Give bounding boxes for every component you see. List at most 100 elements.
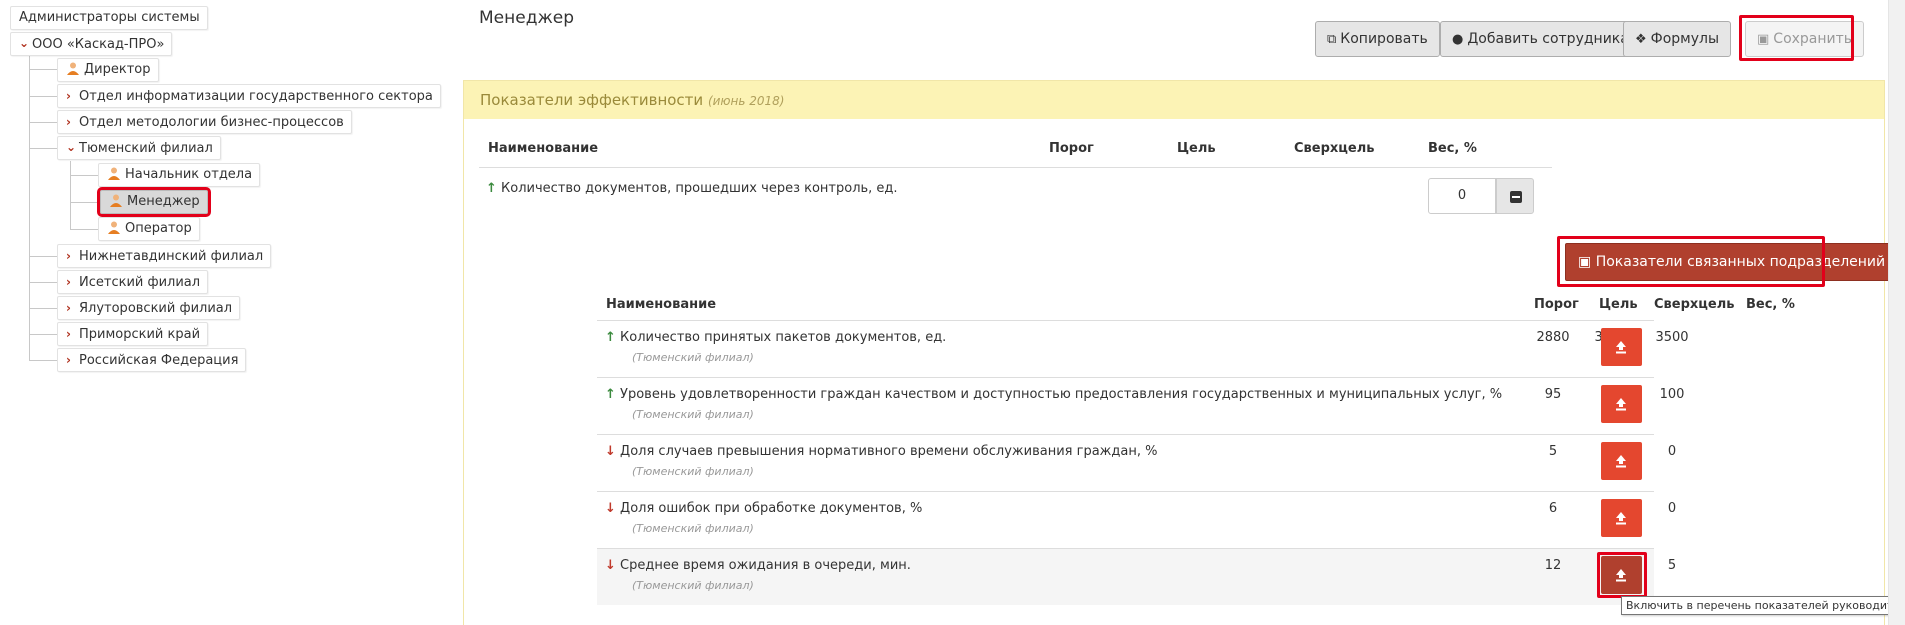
t2-header-name: Наименование	[606, 297, 717, 312]
person-icon	[110, 194, 122, 207]
arrow-up-icon: ↑	[605, 387, 616, 402]
arrow-down-icon: ↓	[605, 558, 616, 573]
tree-node-label: Администраторы системы	[19, 10, 200, 25]
chevron-right-icon[interactable]: ›	[66, 245, 76, 267]
tree-line	[29, 282, 59, 283]
tree-node-label: Отдел методологии бизнес-процессов	[79, 115, 344, 130]
tree-line	[29, 148, 59, 149]
tree-node-director[interactable]: Директор	[57, 58, 159, 82]
t1-header-name: Наименование	[488, 141, 599, 156]
tree-node-manager[interactable]: Менеджер	[97, 187, 211, 217]
row-threshold: 12	[1544, 558, 1562, 573]
formulas-button[interactable]: ❖ Формулы	[1623, 21, 1732, 57]
row-supergoal: 5	[1667, 558, 1677, 573]
include-indicator-button[interactable]	[1601, 385, 1642, 423]
tree-node-dept-method[interactable]: › Отдел методологии бизнес-процессов	[57, 110, 352, 134]
person-icon	[108, 221, 120, 234]
include-indicator-button[interactable]	[1601, 442, 1642, 480]
row-name-text: Доля ошибок при обработке документов, %	[620, 501, 923, 516]
tree-node-russia[interactable]: › Российская Федерация	[57, 348, 247, 372]
tree-node-label: Российская Федерация	[79, 353, 239, 368]
table-row: ↓ Доля случаев превышения нормативного в…	[597, 434, 1676, 491]
chevron-down-icon[interactable]: ⌄	[19, 32, 29, 54]
tree-node-yalutorovsk[interactable]: › Ялуторовский филиал	[57, 296, 241, 320]
row-threshold: 6	[1548, 501, 1558, 516]
copy-button[interactable]: ⧉ Копировать	[1315, 21, 1440, 57]
row-name: ↓ Среднее время ожидания в очереди, мин.	[605, 558, 911, 573]
table-row: ↑ Количество принятых пакетов документов…	[597, 320, 1689, 377]
row-name-text: Доля случаев превышения нормативного вре…	[620, 444, 1158, 459]
t1-header-threshold: Порог	[1049, 141, 1094, 156]
add-employee-button-label: Добавить сотрудника	[1467, 31, 1629, 47]
t1-row-name: ↑ Количество документов, прошедших через…	[486, 181, 898, 196]
minus-icon	[1510, 191, 1522, 203]
highlight-frame	[1739, 15, 1854, 61]
include-indicator-button[interactable]	[1601, 499, 1642, 537]
table-row: ↑ Уровень удовлетворенности граждан каче…	[597, 377, 1684, 434]
tree-line	[70, 229, 98, 230]
tree-node-isetsk[interactable]: › Исетский филиал	[57, 270, 209, 294]
drop-icon: ●	[1452, 32, 1464, 47]
tooltip: Включить в перечень показателей руководи…	[1621, 596, 1905, 615]
chevron-right-icon[interactable]: ›	[66, 297, 76, 319]
t2-header-threshold: Порог	[1534, 297, 1579, 312]
person-icon	[108, 167, 120, 180]
panel-header: Показатели эффективности (июнь 2018)	[464, 81, 1884, 119]
scrollbar[interactable]	[1888, 0, 1905, 625]
arrow-up-icon: ↑	[486, 181, 497, 196]
row-name-text: Среднее время ожидания в очереди, мин.	[620, 558, 911, 573]
arrow-down-icon: ↓	[605, 444, 616, 459]
chevron-right-icon[interactable]: ›	[66, 111, 76, 133]
copy-icon: ⧉	[1327, 32, 1337, 47]
row-name-text: Количество принятых пакетов документов, …	[620, 330, 947, 345]
t1-header-supergoal: Сверхцель	[1294, 141, 1375, 156]
t1-header-goal: Цель	[1177, 141, 1216, 156]
add-employee-button[interactable]: ● Добавить сотрудника	[1440, 21, 1641, 57]
main-content: Менеджер ⧉ Копировать ● Добавить сотрудник…	[463, 0, 1899, 625]
upload-icon	[1616, 398, 1626, 411]
row-name: ↑ Количество принятых пакетов документов…	[605, 330, 946, 345]
cubes-icon: ❖	[1635, 32, 1647, 47]
tree-node-label: Начальник отдела	[125, 167, 253, 182]
chevron-right-icon[interactable]: ›	[66, 323, 76, 345]
copy-button-label: Копировать	[1340, 31, 1428, 47]
chevron-right-icon[interactable]: ›	[66, 271, 76, 293]
tree-node-tyumen[interactable]: ⌄ Тюменский филиал	[57, 136, 221, 160]
row-threshold: 95	[1544, 387, 1562, 402]
panel-title: Показатели эффективности	[480, 91, 704, 109]
tree-node-admins[interactable]: Администраторы системы	[10, 6, 208, 30]
chevron-right-icon[interactable]: ›	[66, 85, 76, 107]
row-name-text: Уровень удовлетворенности граждан качест…	[620, 387, 1503, 402]
upload-icon	[1616, 341, 1626, 354]
tree-node-primorsky[interactable]: › Приморский край	[57, 322, 209, 346]
t2-header-supergoal: Сверхцель	[1654, 297, 1735, 312]
arrow-down-icon: ↓	[605, 501, 616, 516]
arrow-up-icon: ↑	[605, 330, 616, 345]
row-subdivision: (Тюменский филиал)	[632, 408, 754, 421]
tree-node-org[interactable]: ⌄ ООО «Каскад-ПРО»	[10, 32, 173, 56]
table-row: ↓ Среднее время ожидания в очереди, мин.…	[597, 548, 1676, 605]
chevron-down-icon[interactable]: ⌄	[66, 136, 76, 158]
tree-node-nizhnetavda[interactable]: › Нижнетавдинский филиал	[57, 244, 272, 268]
include-indicator-button[interactable]	[1601, 328, 1642, 366]
tree-node-operator[interactable]: Оператор	[98, 217, 200, 241]
page-title: Менеджер	[479, 8, 575, 28]
chevron-right-icon[interactable]: ›	[66, 349, 76, 371]
row-supergoal: 3500	[1655, 330, 1689, 345]
row-subdivision: (Тюменский филиал)	[632, 579, 754, 592]
row-supergoal: 0	[1667, 444, 1677, 459]
tree-node-dept-it[interactable]: › Отдел информатизации государственного с…	[57, 84, 441, 108]
upload-icon	[1616, 512, 1626, 525]
table-row: ↓ Доля ошибок при обработке документов, …	[597, 491, 1676, 548]
tree-line	[29, 360, 59, 361]
t2-header-weight: Вес, %	[1746, 297, 1795, 312]
row-subdivision: (Тюменский филиал)	[632, 465, 754, 478]
row-name: ↓ Доля ошибок при обработке документов, …	[605, 501, 922, 516]
tree-node-head[interactable]: Начальник отдела	[98, 163, 261, 187]
weight-input[interactable]: 0	[1428, 178, 1496, 214]
remove-weight-button[interactable]	[1496, 178, 1534, 214]
row-name: ↓ Доля случаев превышения нормативного в…	[605, 444, 1157, 459]
tree-node-label: Нижнетавдинский филиал	[79, 249, 264, 264]
tree-node-label: Исетский филиал	[79, 275, 201, 290]
highlight-frame	[1557, 236, 1825, 287]
